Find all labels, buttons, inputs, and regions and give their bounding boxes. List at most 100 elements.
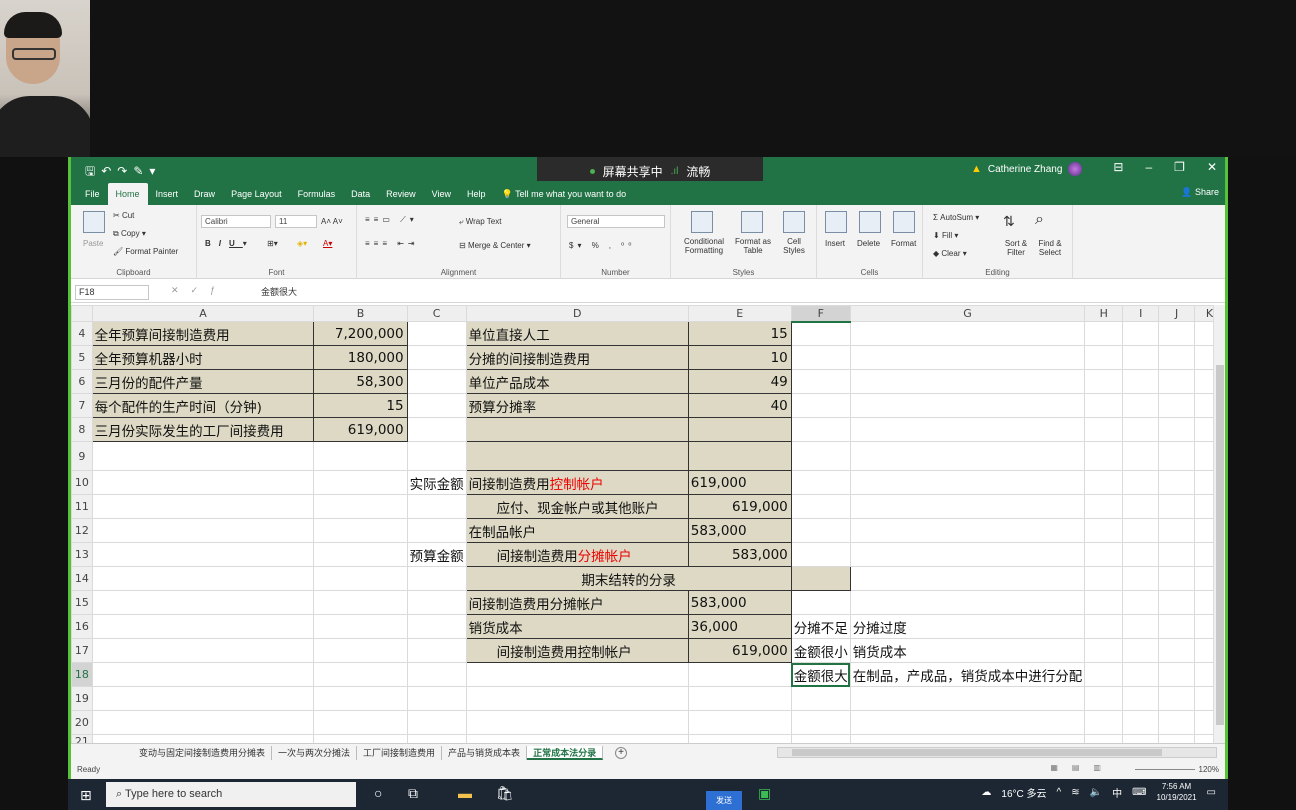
cell-b[interactable] [313, 614, 408, 639]
formula-input[interactable]: 金额很大 [261, 285, 297, 298]
cell-e[interactable]: 619,000 [687, 494, 792, 519]
row-header[interactable]: 15 [71, 590, 93, 615]
task-view-icon[interactable]: ⧉ [408, 785, 418, 802]
row-header[interactable]: 16 [71, 614, 93, 639]
cell-j[interactable] [1158, 662, 1196, 687]
cell-b[interactable] [313, 638, 408, 663]
row-header[interactable]: 14 [71, 566, 93, 591]
cell-g[interactable] [849, 542, 1086, 567]
cell-b[interactable] [313, 441, 408, 471]
cell-f[interactable] [790, 393, 851, 418]
cell-f[interactable] [790, 542, 851, 567]
tab-home[interactable]: Home [107, 183, 148, 205]
tray-overflow-icon[interactable]: ^ [1057, 787, 1062, 798]
cell-b[interactable] [313, 710, 408, 735]
taskbar-search[interactable]: ⌕ Type here to search [106, 782, 356, 807]
cell-h[interactable] [1084, 734, 1124, 743]
cell-f[interactable] [790, 321, 851, 346]
cell-a[interactable]: 每个配件的生产时间（分钟) [91, 393, 315, 418]
cell-g[interactable] [849, 566, 1086, 591]
cell-i[interactable] [1122, 369, 1160, 394]
cell-i[interactable] [1122, 614, 1160, 639]
cell-d[interactable] [465, 417, 689, 442]
cell-f[interactable] [790, 417, 851, 442]
cell-c[interactable] [406, 710, 467, 735]
avatar[interactable] [1068, 162, 1083, 176]
sheet-tab-active[interactable]: 正常成本法分录 [527, 746, 604, 760]
cell-g[interactable] [849, 470, 1086, 495]
cell-i[interactable] [1122, 638, 1160, 663]
tab-insert[interactable]: Insert [148, 183, 187, 205]
cell-styles-button[interactable]: Cell Styles [777, 237, 811, 255]
cell-f[interactable] [790, 369, 851, 394]
cell-i[interactable] [1122, 470, 1160, 495]
cell-a[interactable] [91, 686, 315, 711]
sheet-tab[interactable]: 产品与销货成本表 [442, 746, 528, 760]
format-as-table-button[interactable]: Format as Table [731, 237, 775, 255]
cell-f[interactable] [790, 686, 851, 711]
cell-g[interactable]: 在制品，产成品，销货成本中进行分配 [849, 662, 1086, 687]
send-button[interactable]: 发送 [706, 791, 742, 810]
conditional-formatting-icon[interactable] [691, 211, 713, 233]
cell-j[interactable] [1158, 345, 1196, 370]
cell-e[interactable]: 583,000 [687, 590, 792, 615]
volume-icon[interactable]: 🔈 [1090, 787, 1102, 798]
cell-a[interactable] [91, 734, 315, 743]
cell-c[interactable]: 实际金额 [406, 470, 467, 495]
cell-e[interactable]: 36,000 [687, 614, 792, 639]
cell-f[interactable]: 金额很小 [790, 638, 851, 663]
cell-c[interactable] [406, 441, 467, 471]
cell-styles-icon[interactable] [783, 211, 805, 233]
cell-i[interactable] [1122, 393, 1160, 418]
cell-e[interactable]: 15 [687, 321, 792, 346]
format-cells-icon[interactable] [893, 211, 915, 233]
cell-h[interactable] [1084, 686, 1124, 711]
insert-button[interactable]: Insert [825, 239, 845, 248]
font-size-select[interactable]: 11 [275, 215, 317, 228]
cell-i[interactable] [1122, 542, 1160, 567]
cell-c[interactable] [406, 345, 467, 370]
row-header[interactable]: 8 [71, 417, 93, 442]
cell-g[interactable] [849, 494, 1086, 519]
cell-f[interactable]: 分摊不足 [790, 614, 851, 639]
paste-button[interactable]: Paste [83, 239, 103, 248]
row-header[interactable]: 13 [71, 542, 93, 567]
font-size-buttons[interactable]: A˄ A˅ [321, 217, 343, 226]
cell-h[interactable] [1084, 710, 1124, 735]
row-header[interactable]: 20 [71, 710, 93, 735]
cell-f[interactable] [790, 441, 851, 471]
delete-button[interactable]: Delete [857, 239, 880, 248]
cell-d[interactable]: 销货成本 [465, 614, 689, 639]
cell-c[interactable] [406, 369, 467, 394]
formula-buttons[interactable]: ✕✓ƒ [171, 285, 227, 296]
cell-a[interactable] [91, 590, 315, 615]
cell-i[interactable] [1122, 417, 1160, 442]
cut-button[interactable]: ✂ Cut [113, 211, 134, 220]
cell-j[interactable] [1158, 441, 1196, 471]
format-painter-button[interactable]: 🖌 Format Painter [113, 247, 178, 256]
cell-c[interactable] [406, 393, 467, 418]
cell-c[interactable] [406, 614, 467, 639]
cell-j[interactable] [1158, 734, 1196, 743]
sort-filter-icon[interactable]: ⇅ [1003, 213, 1015, 230]
cell-g[interactable]: 销货成本 [849, 638, 1086, 663]
autosum-button[interactable]: Σ AutoSum ▾ [933, 213, 979, 222]
cell-e[interactable]: 10 [687, 345, 792, 370]
cell-d[interactable]: 在制品帐户 [465, 518, 689, 543]
sheet-tab[interactable]: 变动与固定间接制造费用分摊表 [133, 746, 273, 760]
cell-h[interactable] [1084, 518, 1124, 543]
fill-color-button[interactable]: ◈▾ [297, 239, 307, 248]
warning-icon[interactable]: ▲ [971, 163, 982, 175]
network-icon[interactable]: ≋ [1071, 787, 1079, 798]
keyboard-icon[interactable]: ⌨ [1132, 787, 1146, 798]
cell-a[interactable] [91, 494, 315, 519]
cell-i[interactable] [1122, 441, 1160, 471]
cell-e[interactable] [687, 441, 792, 471]
cell-d[interactable]: 间接制造费用控制帐户 [465, 638, 689, 663]
cell-e[interactable]: 619,000 [687, 638, 792, 663]
cell-b[interactable] [313, 590, 408, 615]
format-as-table-icon[interactable] [741, 211, 763, 233]
cell-j[interactable] [1158, 710, 1196, 735]
borders-button[interactable]: ⊞▾ [267, 239, 278, 248]
tab-help[interactable]: Help [459, 183, 494, 205]
